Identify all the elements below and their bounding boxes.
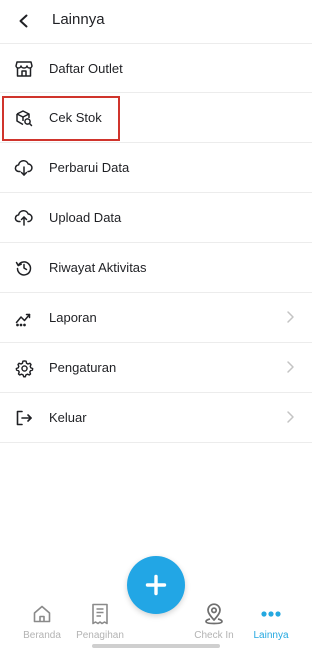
gear-icon [14,358,34,378]
menu-item-label: Laporan [49,310,97,325]
menu-item-keluar[interactable]: Keluar [0,393,312,443]
nav-item-penagihan[interactable]: Penagihan [70,603,130,643]
menu-item-riwayat-aktivitas[interactable]: Riwayat Aktivitas [0,243,312,293]
back-button[interactable] [12,9,36,33]
nav-label: Beranda [23,630,61,641]
menu-item-upload-data[interactable]: Upload Data [0,193,312,243]
menu-item-label: Upload Data [49,210,122,225]
chevron-right-icon [287,411,294,423]
menu-item-perbarui-data[interactable]: Perbarui Data [0,143,312,193]
nav-item-lainnya[interactable]: Lainnya [241,603,301,643]
receipt-icon [89,603,111,625]
nav-item-check-in[interactable]: Check In [184,603,244,643]
history-icon [14,258,34,278]
home-indicator [92,644,220,648]
menu-list: Daftar Outlet Cek Stok Perbarui Data Upl… [0,43,312,443]
nav-label: Lainnya [253,630,289,641]
menu-item-cek-stok[interactable]: Cek Stok [0,93,312,143]
menu-item-pengaturan[interactable]: Pengaturan [0,343,312,393]
menu-item-label: Perbarui Data [49,160,130,175]
store-icon [14,59,34,79]
chevron-right-icon [287,311,294,323]
more-dots-icon [260,603,282,625]
menu-item-label: Daftar Outlet [49,61,123,76]
box-search-icon [14,108,34,128]
menu-item-label: Riwayat Aktivitas [49,260,147,275]
chevron-right-icon [287,361,294,373]
menu-item-label: Pengaturan [49,360,117,375]
map-pin-icon [203,603,225,625]
cloud-download-icon [14,158,34,178]
add-fab-button[interactable] [127,556,185,614]
menu-item-label: Cek Stok [49,110,102,125]
nav-label: Check In [194,630,234,641]
chevron-left-icon [19,14,28,28]
plus-icon [145,574,167,596]
logout-icon [14,408,34,428]
nav-label: Penagihan [76,630,124,641]
page-title: Lainnya [52,11,105,28]
cloud-upload-icon [14,208,34,228]
chart-line-icon [14,308,34,328]
menu-item-laporan[interactable]: Laporan [0,293,312,343]
menu-item-label: Keluar [49,410,87,425]
nav-item-beranda[interactable]: Beranda [12,603,72,643]
app-header: Lainnya [0,0,312,42]
menu-item-daftar-outlet[interactable]: Daftar Outlet [0,43,312,93]
home-icon [31,603,53,625]
